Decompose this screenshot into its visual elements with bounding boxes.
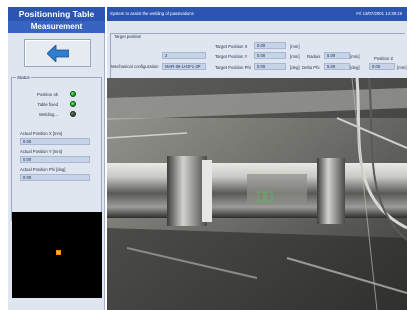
camera-feed[interactable] [107,78,407,310]
position-z-unit: [mm] [397,65,407,70]
position-z-label: Position Z [374,56,394,61]
actual-x-field: 0.00 [20,138,90,145]
target-x-label: Target Position X [215,44,248,49]
status-message: System to assist the welding of passivat… [110,11,194,16]
status-led-icon [70,91,76,97]
page-title: Measurement [8,21,105,33]
target-phi-unit: [deg] [290,65,300,70]
target-phi-field[interactable]: 0.00 [254,63,286,70]
delta-phi-label: Delta Phi [302,65,320,70]
welding-no-field[interactable]: 2 [162,52,206,59]
actual-y-field: 0.00 [20,156,90,163]
left-panel: Status Position ok Table fixed Welding..… [8,33,105,310]
radius-label: Radius [307,54,321,59]
radius-field[interactable]: 5.00 [324,52,350,59]
radius-unit: [mm] [350,54,360,59]
status-bar: System to assist the welding of passivat… [107,7,407,21]
status-led-icon [70,101,76,107]
status-group: Status Position ok Table fixed Welding..… [11,75,102,221]
target-legend: Target position [114,34,142,39]
status-led-icon [70,111,76,117]
position-marker-icon [56,250,61,255]
actual-phi-label: Actual Position Phi [deg] [20,167,66,172]
target-phi-label: Target Position Phi [215,65,251,70]
position-z-field[interactable]: 0.00 [369,63,395,70]
target-panel: Target position Welding No 2 Mechanical … [107,21,407,78]
target-x-unit: [mm] [290,44,300,49]
actual-y-label: Actual Position Y [mm] [20,149,62,154]
delta-phi-unit: [deg] [350,65,360,70]
indicator-label: Position ok [36,92,58,97]
camera-image [107,78,407,310]
position-map[interactable] [12,212,102,298]
target-x-field[interactable]: 0.00 [254,42,286,49]
app-title: Positionning Table [8,7,105,21]
target-y-field[interactable]: 0.00 [254,52,286,59]
target-y-label: Target Position Y [215,54,248,59]
status-legend: Status [16,75,31,80]
target-y-unit: [mm] [290,54,300,59]
indicator-label: Welding... [38,112,58,117]
actual-x-label: Actual Position X [mm] [20,131,63,136]
back-button[interactable] [24,39,91,67]
indicator-label: Table fixed [37,102,58,107]
datetime: Fri 13/07/2001 13:39:19 [356,11,402,16]
actual-phi-field: 0.00 [20,174,90,181]
left-arrow-icon [47,45,69,62]
delta-phi-field[interactable]: 5.00 [324,63,350,70]
mech-config-label: Mechanical configuration [111,64,159,69]
mech-config-field[interactable]: MAR-06-U-DF1-3P [162,63,206,70]
